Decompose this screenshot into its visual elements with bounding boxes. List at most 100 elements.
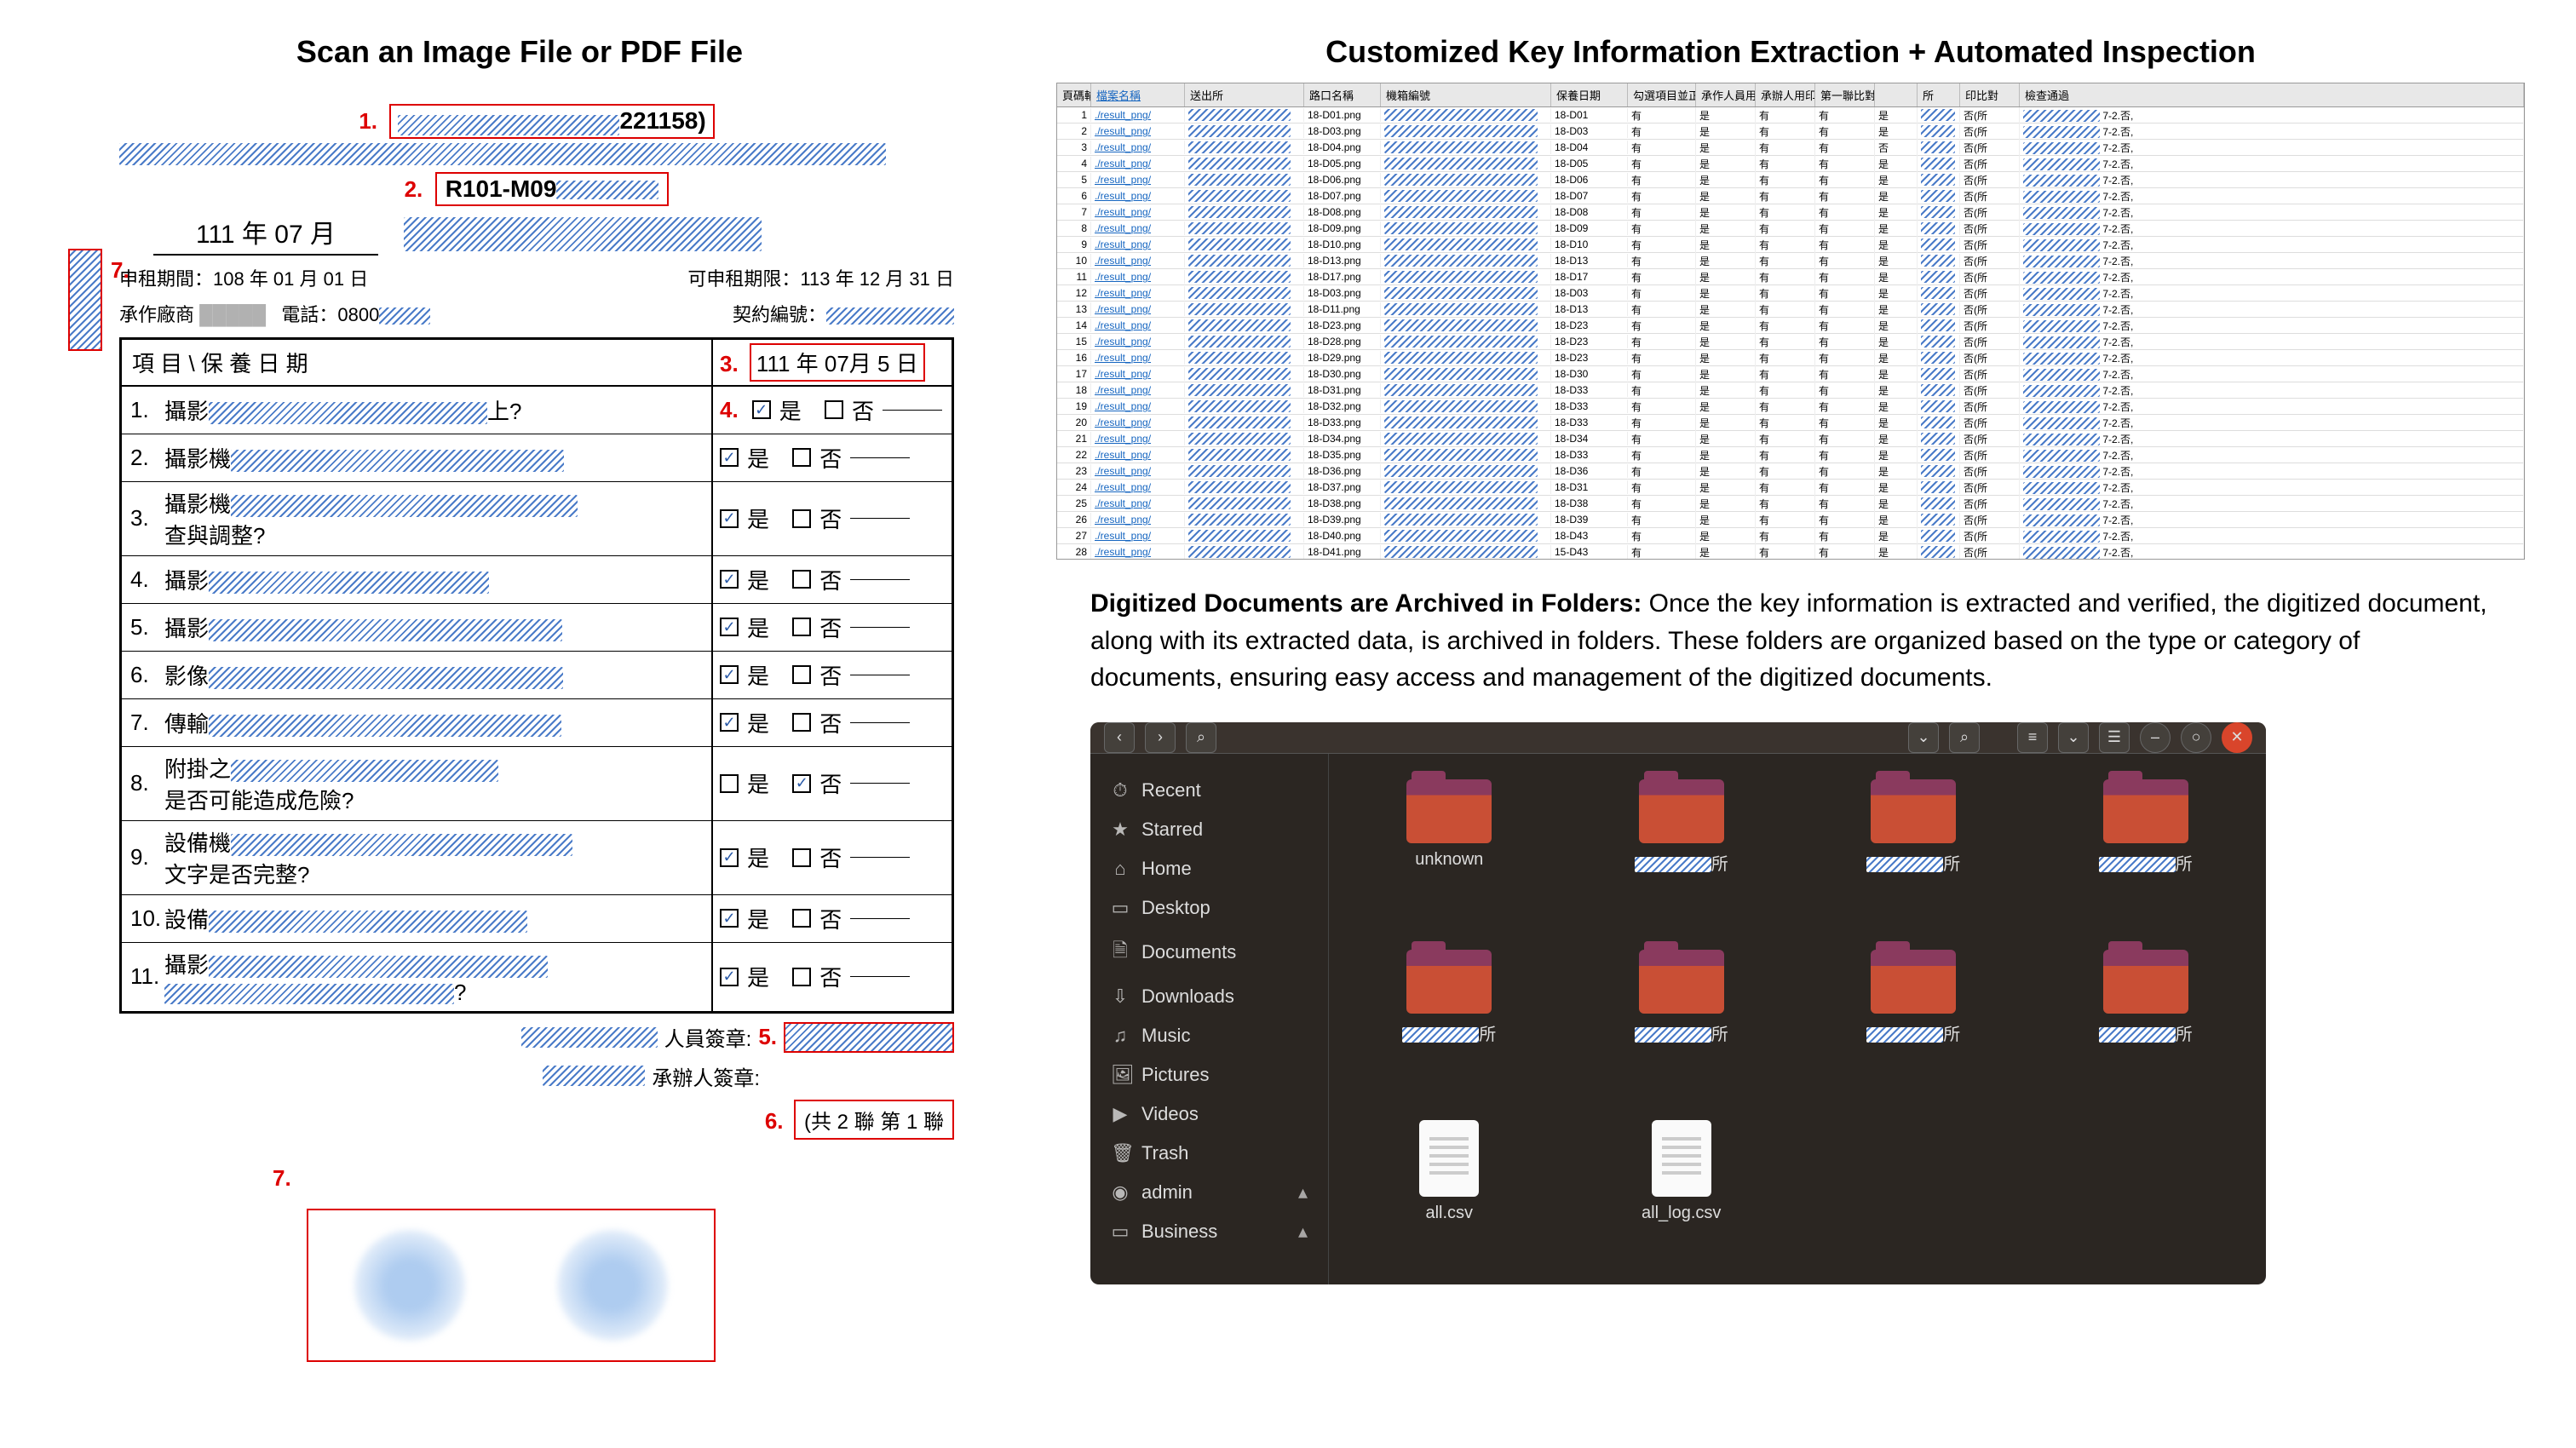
menu-button[interactable]: ☰ bbox=[2099, 722, 2130, 753]
checkbox-yes[interactable] bbox=[720, 570, 739, 589]
doc-id-suffix: 221158) bbox=[619, 107, 705, 134]
marker-6: 6. bbox=[765, 1108, 784, 1134]
stamp-1 bbox=[354, 1230, 465, 1341]
sidebar-item-starred[interactable]: ★Starred bbox=[1090, 810, 1328, 849]
checkbox-yes[interactable] bbox=[752, 400, 771, 419]
marker-7b: 7. bbox=[273, 1165, 291, 1192]
left-title: Scan an Image File or PDF File bbox=[51, 34, 988, 70]
checkbox-yes[interactable] bbox=[720, 509, 739, 528]
sidebar-item-desktop[interactable]: ▭Desktop bbox=[1090, 888, 1328, 928]
sidebar-item-home[interactable]: ⌂Home bbox=[1090, 849, 1328, 888]
checkbox-no[interactable] bbox=[792, 509, 811, 528]
folder-item[interactable]: 所 bbox=[2043, 779, 2250, 933]
checkbox-no[interactable] bbox=[792, 713, 811, 732]
checkbox-yes[interactable] bbox=[720, 848, 739, 867]
folder-item[interactable]: unknown bbox=[1346, 779, 1553, 933]
nav-back-button[interactable]: ‹ bbox=[1104, 722, 1135, 753]
checkbox-no[interactable] bbox=[792, 968, 811, 986]
starred-icon: ★ bbox=[1111, 819, 1130, 841]
checkbox-yes[interactable] bbox=[720, 665, 739, 684]
search-icon[interactable]: ⌕ bbox=[1186, 722, 1216, 753]
ss-header-cell: 檔案名稱 bbox=[1091, 83, 1185, 106]
scanned-form: 7. 1. 221158) 2. R101-M09 111 年 07 月 申租期… bbox=[51, 95, 988, 1370]
table-row: 2.攝影機 是 否 bbox=[122, 434, 952, 482]
sig1-box bbox=[784, 1022, 954, 1053]
marker-2: 2. bbox=[405, 176, 423, 202]
checkbox-no[interactable] bbox=[792, 848, 811, 867]
meta-contract: 契約編號： bbox=[733, 304, 826, 325]
ss-row: 13 ./result_png/ 18-D11.png 18-D13 有 是 有… bbox=[1057, 302, 2524, 318]
checkbox-yes[interactable] bbox=[720, 909, 739, 928]
sidebar-item-trash[interactable]: 🗑Trash bbox=[1090, 1134, 1328, 1173]
view-list-button[interactable]: ≡ bbox=[2017, 722, 2048, 753]
checkbox-no[interactable] bbox=[792, 909, 811, 928]
ss-row: 2 ./result_png/ 18-D03.png 18-D03 有 是 有 … bbox=[1057, 124, 2524, 140]
checkbox-no[interactable] bbox=[792, 448, 811, 467]
checkbox-no[interactable] bbox=[792, 665, 811, 684]
ss-row: 11 ./result_png/ 18-D17.png 18-D17 有 是 有… bbox=[1057, 269, 2524, 285]
business-icon: ▭ bbox=[1111, 1221, 1130, 1243]
checkbox-yes[interactable] bbox=[720, 968, 739, 986]
meta-period: 申租期間：108 年 01 月 01 日 bbox=[119, 264, 368, 291]
ss-row: 21 ./result_png/ 18-D34.png 18-D34 有 是 有… bbox=[1057, 431, 2524, 447]
folder-item[interactable]: 所 bbox=[1810, 779, 2017, 933]
ss-row: 5 ./result_png/ 18-D06.png 18-D06 有 是 有 … bbox=[1057, 172, 2524, 188]
checkbox-no[interactable] bbox=[825, 400, 843, 419]
file-icon bbox=[1419, 1120, 1479, 1197]
date-year-month: 111 年 07 月 bbox=[153, 213, 378, 256]
home-icon: ⌂ bbox=[1111, 858, 1130, 880]
ss-row: 18 ./result_png/ 18-D31.png 18-D33 有 是 有… bbox=[1057, 382, 2524, 399]
marker-3: 3. bbox=[720, 351, 739, 376]
folder-icon bbox=[1871, 950, 1956, 1014]
sidebar-item-documents[interactable]: 🗎Documents bbox=[1090, 928, 1328, 977]
search2-icon[interactable]: ⌕ bbox=[1949, 722, 1980, 753]
ss-row: 20 ./result_png/ 18-D33.png 18-D33 有 是 有… bbox=[1057, 415, 2524, 431]
ss-row: 12 ./result_png/ 18-D03.png 18-D03 有 是 有… bbox=[1057, 285, 2524, 302]
sidebar-item-videos[interactable]: ▶Videos bbox=[1090, 1095, 1328, 1134]
ss-header-cell: 送出所 bbox=[1185, 83, 1304, 106]
folder-item[interactable]: 所 bbox=[1578, 779, 1785, 933]
minimize-button[interactable]: – bbox=[2140, 722, 2171, 753]
recent-icon: ⏱ bbox=[1111, 779, 1130, 802]
folder-icon bbox=[1871, 779, 1956, 843]
checkbox-yes[interactable] bbox=[720, 713, 739, 732]
table-row: 8.附掛之是否可能造成危險? 是 否 bbox=[122, 747, 952, 821]
folder-item[interactable]: 所 bbox=[1346, 950, 1553, 1103]
view-dropdown-button[interactable]: ⌄ bbox=[2058, 722, 2089, 753]
folder-item[interactable]: 所 bbox=[2043, 950, 2250, 1103]
sidebar-item-music[interactable]: ♫Music bbox=[1090, 1016, 1328, 1055]
ss-row: 7 ./result_png/ 18-D08.png 18-D08 有 是 有 … bbox=[1057, 204, 2524, 221]
file-item[interactable]: all.csv bbox=[1346, 1120, 1553, 1273]
table-row: 5.攝影 是 否 bbox=[122, 604, 952, 652]
folder-item[interactable]: 所 bbox=[1578, 950, 1785, 1103]
file-item[interactable]: all_log.csv bbox=[1578, 1120, 1785, 1273]
ss-row: 24 ./result_png/ 18-D37.png 18-D31 有 是 有… bbox=[1057, 480, 2524, 496]
folder-item[interactable]: 所 bbox=[1810, 950, 2017, 1103]
sidebar-item-recent[interactable]: ⏱Recent bbox=[1090, 771, 1328, 810]
checkbox-yes[interactable] bbox=[720, 774, 739, 793]
ss-row: 25 ./result_png/ 18-D38.png 18-D38 有 是 有… bbox=[1057, 496, 2524, 512]
ss-header-cell: 承辦人用印 bbox=[1756, 83, 1815, 106]
sidebar-item-admin[interactable]: ◉admin▴ bbox=[1090, 1173, 1328, 1212]
sidebar-item-downloads[interactable]: ⇩Downloads bbox=[1090, 977, 1328, 1016]
checkbox-no[interactable] bbox=[792, 618, 811, 636]
sidebar-item-pictures[interactable]: 🖼Pictures bbox=[1090, 1055, 1328, 1095]
checkbox-yes[interactable] bbox=[720, 618, 739, 636]
checkbox-no[interactable] bbox=[792, 774, 811, 793]
dropdown-button[interactable]: ⌄ bbox=[1908, 722, 1939, 753]
maximize-button[interactable]: ○ bbox=[2181, 722, 2211, 753]
stamp-2 bbox=[557, 1230, 668, 1341]
ss-row: 1 ./result_png/ 18-D01.png 18-D01 有 是 有 … bbox=[1057, 107, 2524, 124]
ss-row: 28 ./result_png/ 18-D41.png 15-D43 有 是 有… bbox=[1057, 544, 2524, 560]
table-row: 6.影像 是 否 bbox=[122, 652, 952, 699]
sidebar-item-business[interactable]: ▭Business▴ bbox=[1090, 1212, 1328, 1251]
checkbox-no[interactable] bbox=[792, 570, 811, 589]
ss-row: 3 ./result_png/ 18-D04.png 18-D04 有 是 有 … bbox=[1057, 140, 2524, 156]
ss-row: 19 ./result_png/ 18-D32.png 18-D33 有 是 有… bbox=[1057, 399, 2524, 415]
ss-row: 15 ./result_png/ 18-D28.png 18-D23 有 是 有… bbox=[1057, 334, 2524, 350]
close-button[interactable]: ✕ bbox=[2222, 722, 2252, 753]
ss-header-cell: 路口名稱 bbox=[1304, 83, 1381, 106]
right-title: Customized Key Information Extraction + … bbox=[1056, 34, 2525, 70]
nav-forward-button[interactable]: › bbox=[1145, 722, 1176, 753]
checkbox-yes[interactable] bbox=[720, 448, 739, 467]
